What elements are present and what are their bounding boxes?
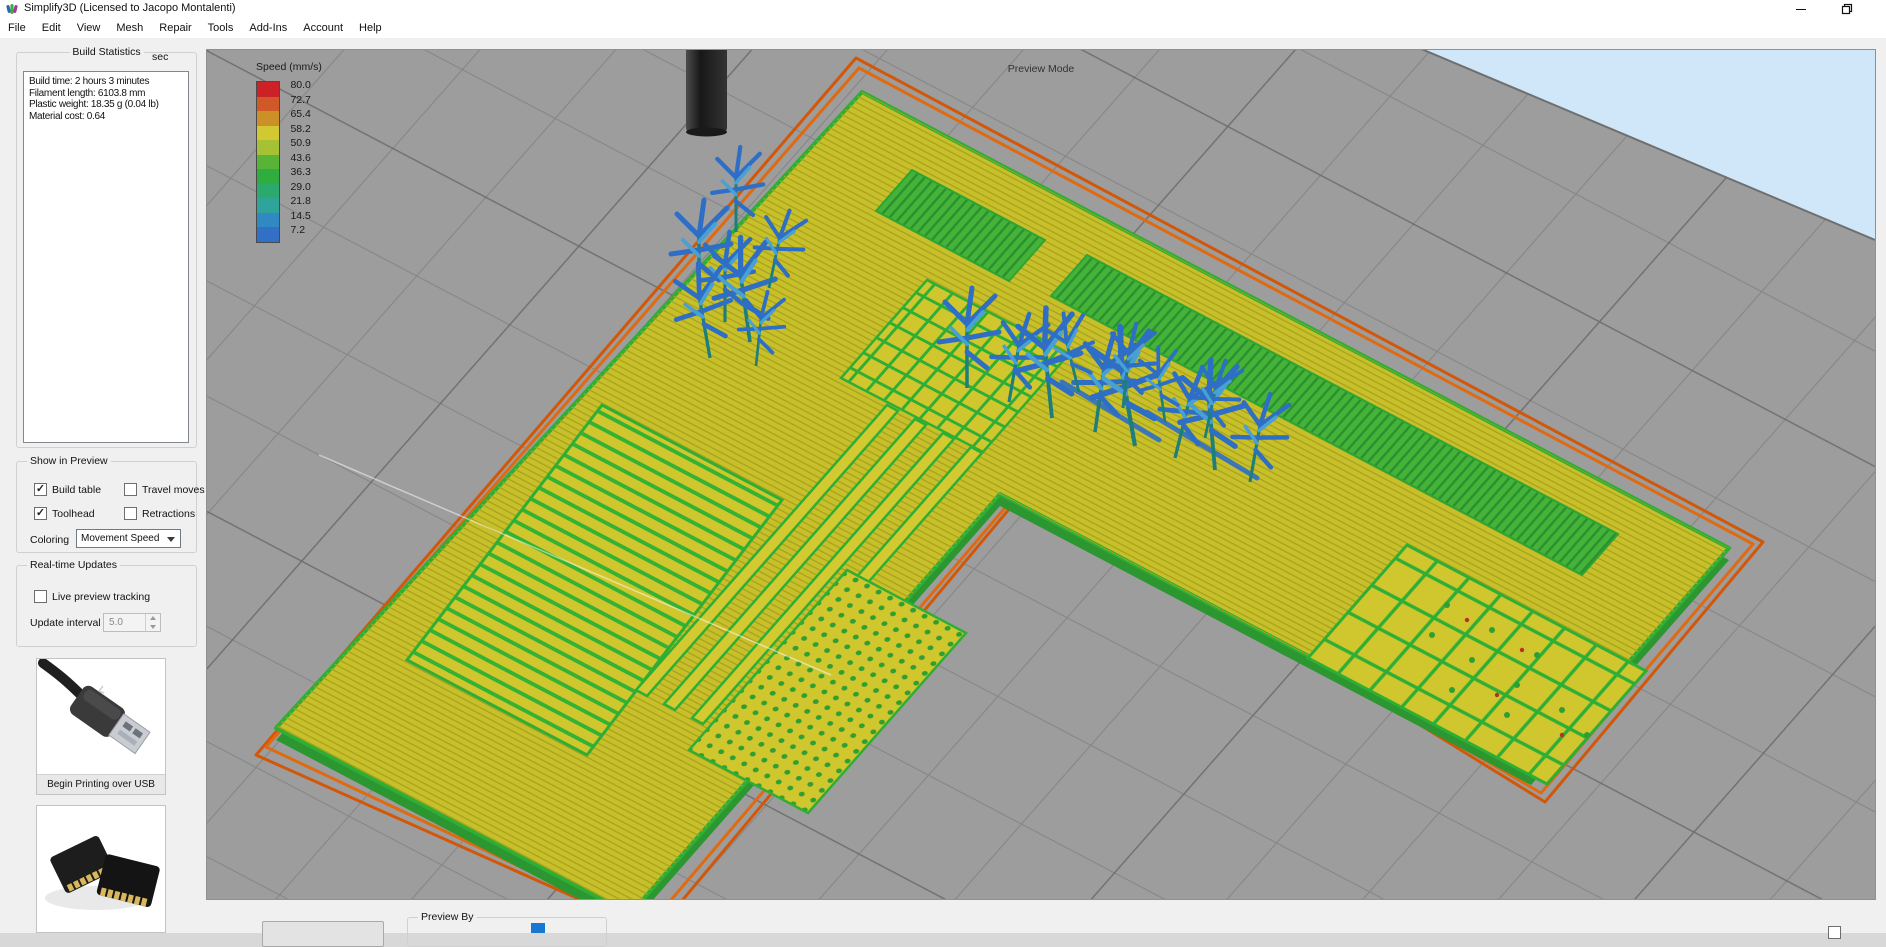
show-in-preview-title: Show in Preview (27, 455, 111, 467)
legend-value: 58.2 (290, 122, 310, 137)
checkbox-build-table[interactable] (34, 483, 47, 496)
update-interval-label: Update interval (30, 617, 101, 629)
speed-legend-values: 80.0 72.7 65.4 58.2 50.9 43.6 36.3 29.0 … (290, 81, 310, 238)
menu-addins[interactable]: Add-Ins (241, 20, 295, 36)
checkbox-retractions[interactable] (124, 507, 137, 520)
exit-preview-button-partial[interactable] (262, 921, 384, 947)
build-statistics-group: Build Statistics Build time: 2 hours 3 m… (16, 52, 197, 448)
sd-cards-image (37, 806, 165, 932)
legend-value: 65.4 (290, 107, 310, 122)
menu-repair[interactable]: Repair (151, 20, 199, 36)
legend-swatch (257, 198, 279, 213)
update-interval-unit: sec (152, 51, 168, 63)
label-travel-moves: Travel moves (142, 484, 205, 496)
legend-swatch (257, 126, 279, 141)
simplify3d-logo-icon (6, 3, 18, 15)
coloring-value: Movement Speed (81, 533, 159, 544)
3d-viewport[interactable]: Speed (mm/s) 80.0 72.7 65.4 58.2 50.9 (206, 49, 1876, 900)
sd-card-launcher[interactable] (36, 805, 166, 933)
update-interval-value: 5.0 (109, 617, 123, 628)
build-statistics-title: Build Statistics (69, 46, 143, 58)
legend-swatch (257, 184, 279, 199)
legend-swatch (257, 111, 279, 126)
stat-build-time: Build time: 2 hours 3 minutes (29, 76, 183, 88)
speed-legend-colorbar (256, 81, 280, 243)
realtime-updates-title: Real-time Updates (27, 559, 120, 571)
show-in-preview-group: Show in Preview Build table Travel moves… (16, 461, 197, 553)
titlebar: Simplify3D (Licensed to Jacopo Montalent… (0, 0, 1886, 18)
menu-account[interactable]: Account (295, 20, 351, 36)
legend-swatch (257, 140, 279, 155)
label-toolhead: Toolhead (52, 508, 95, 520)
preview-mode-label: Preview Mode (207, 63, 1875, 75)
restore-button[interactable] (1832, 0, 1862, 18)
legend-value: 14.5 (290, 209, 310, 224)
menu-file[interactable]: File (0, 20, 34, 36)
legend-swatch (257, 227, 279, 242)
restore-icon (1841, 3, 1853, 15)
update-interval-input[interactable]: 5.0 (103, 613, 161, 632)
coloring-label: Coloring (30, 534, 69, 546)
legend-swatch (257, 169, 279, 184)
legend-value: 80.0 (290, 78, 310, 93)
legend-swatch (257, 155, 279, 170)
chevron-down-icon (167, 537, 175, 542)
legend-value: 7.2 (290, 223, 310, 238)
checkbox-travel-moves[interactable] (124, 483, 137, 496)
begin-printing-usb-button[interactable]: Begin Printing over USB (37, 774, 165, 794)
legend-value: 29.0 (290, 180, 310, 195)
legend-value: 50.9 (290, 136, 310, 151)
build-statistics-box: Build time: 2 hours 3 minutes Filament l… (23, 71, 189, 443)
menu-edit[interactable]: Edit (34, 20, 69, 36)
minimize-icon (1796, 9, 1806, 10)
usb-print-launcher[interactable]: Begin Printing over USB (36, 658, 166, 795)
menu-tools[interactable]: Tools (200, 20, 242, 36)
legend-swatch (257, 213, 279, 228)
label-retractions: Retractions (142, 508, 195, 520)
legend-swatch (257, 97, 279, 112)
menu-mesh[interactable]: Mesh (108, 20, 151, 36)
menu-view[interactable]: View (69, 20, 109, 36)
checkbox-live-preview-tracking[interactable] (34, 590, 47, 603)
bottom-toolbar: Preview By (206, 900, 1876, 933)
label-live-preview-tracking: Live preview tracking (52, 591, 150, 603)
legend-value: 21.8 (290, 194, 310, 209)
minimize-button[interactable] (1786, 0, 1816, 18)
preview-by-title: Preview By (418, 911, 477, 923)
menubar: File Edit View Mesh Repair Tools Add-Ins… (0, 18, 1886, 38)
label-build-table: Build table (52, 484, 101, 496)
up-down-arrows-icon[interactable] (145, 614, 160, 631)
preview-by-group: Preview By (407, 917, 607, 947)
stat-filament-length: Filament length: 6103.8 mm (29, 88, 183, 100)
legend-value: 43.6 (290, 151, 310, 166)
preview-slider-handle[interactable] (531, 923, 545, 933)
window-title: Simplify3D (Licensed to Jacopo Montalent… (24, 2, 236, 14)
speed-legend: Speed (mm/s) 80.0 72.7 65.4 58.2 50.9 (256, 61, 322, 243)
stat-material-cost: Material cost: 0.64 (29, 111, 183, 123)
legend-swatch (257, 82, 279, 97)
checkbox-toolhead[interactable] (34, 507, 47, 520)
coloring-dropdown[interactable]: Movement Speed (76, 529, 181, 548)
3d-scene (207, 50, 1875, 899)
realtime-updates-group: Real-time Updates Live preview tracking … (16, 565, 197, 647)
menu-help[interactable]: Help (351, 20, 390, 36)
stat-plastic-weight: Plastic weight: 18.35 g (0.04 lb) (29, 99, 183, 111)
usb-cable-image (37, 659, 165, 774)
legend-value: 72.7 (290, 93, 310, 108)
legend-value: 36.3 (290, 165, 310, 180)
